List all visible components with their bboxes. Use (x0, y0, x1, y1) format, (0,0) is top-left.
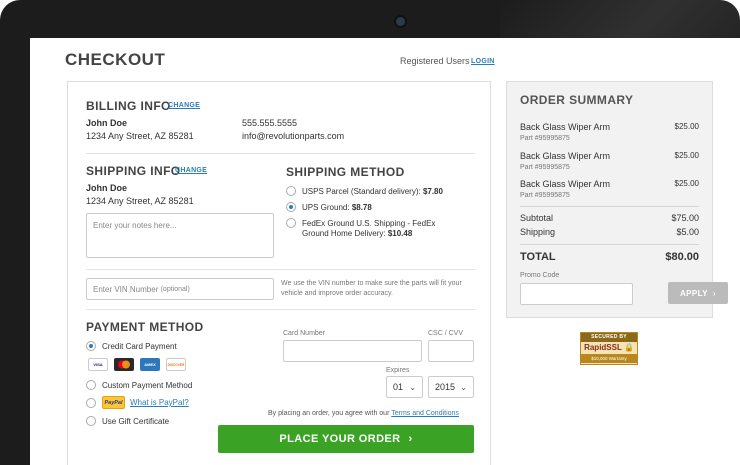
item-price: $25.00 (674, 179, 699, 188)
shipping-address: 1234 Any Street, AZ 85281 (86, 196, 194, 206)
shipping-notes-textarea[interactable]: Enter your notes here... (86, 213, 274, 258)
item-name: Back Glass Wiper Arm (520, 151, 611, 161)
ssl-brand: RapidSSL 🔒 (584, 343, 634, 352)
divider (520, 206, 699, 207)
divider (86, 309, 475, 310)
vin-help-text: We use the VIN number to make sure the p… (281, 280, 462, 297)
shipping-option-usps: USPS Parcel (Standard delivery): $7.80 (302, 187, 443, 196)
terms-text: By placing an order, you agree with our … (268, 410, 459, 417)
subtotal-row: Subtotal $75.00 (520, 213, 699, 223)
promo-code-input[interactable] (520, 283, 633, 305)
visa-icon: VISA (88, 358, 108, 371)
subtotal-label: Subtotal (520, 213, 554, 223)
shipping-row: Shipping $5.00 (520, 227, 699, 237)
amex-icon: AMEX (140, 358, 160, 371)
ssl-secured-by: SECURED BY (581, 333, 637, 342)
shipping-label: Shipping (520, 227, 556, 237)
csc-input[interactable] (428, 340, 474, 362)
summary-item: Back Glass Wiper Arm $25.00 (520, 151, 699, 161)
item-name: Back Glass Wiper Arm (520, 122, 611, 132)
paypal-radio[interactable] (86, 398, 96, 408)
shipping-change-link[interactable]: CHANGE (175, 167, 207, 174)
card-number-input[interactable] (283, 340, 422, 362)
divider (86, 153, 475, 154)
csc-label: CSC / CVV (428, 330, 464, 337)
shipping-method-title: SHIPPING METHOD (286, 165, 405, 179)
item-price: $25.00 (674, 151, 699, 160)
billing-change-link[interactable]: CHANGE (168, 102, 200, 109)
summary-item: Back Glass Wiper Arm $25.00 (520, 179, 699, 189)
divider (520, 244, 699, 245)
bezel-shine (500, 0, 740, 40)
item-part-number: Part #95995875 (520, 164, 570, 171)
shipping-option-fedex-radio[interactable] (286, 218, 296, 228)
registered-users-label: Registered Users (400, 56, 470, 66)
shipping-name: John Doe (86, 183, 128, 193)
discover-icon: DISCOVER (166, 358, 186, 371)
custom-payment-label: Custom Payment Method (102, 381, 193, 390)
billing-address: 1234 Any Street, AZ 85281 (86, 131, 194, 141)
exp-month-value: 01 (393, 382, 404, 392)
login-link[interactable]: LOGIN (471, 58, 495, 65)
exp-month-select[interactable]: 01 ⌄ (386, 376, 423, 398)
chevron-down-icon: ⌄ (409, 382, 416, 392)
expires-label: Expires (386, 367, 410, 374)
shipping-option-fedex: FedEx Ground U.S. Shipping - FedEx Groun… (302, 219, 436, 238)
paypal-icon: PayPal (102, 396, 125, 409)
chevron-down-icon: ⌄ (460, 382, 467, 392)
item-part-number: Part #95995875 (520, 135, 570, 142)
terms-link[interactable]: Terms and Conditions (391, 410, 459, 417)
gift-certificate-label: Use Gift Certificate (102, 417, 170, 426)
promo-code-label: Promo Code (520, 272, 560, 279)
vin-input[interactable]: Enter VIN Number (optional) (86, 278, 274, 300)
chevron-right-icon: › (712, 288, 716, 298)
screen: CHECKOUT Registered Users LOGIN BILLING … (30, 38, 740, 465)
billing-email: info@revolutionparts.com (242, 131, 345, 141)
place-order-label: PLACE YOUR ORDER (279, 433, 401, 445)
item-name: Back Glass Wiper Arm (520, 179, 611, 189)
checkout-form: BILLING INFO CHANGE John Doe 1234 Any St… (67, 81, 491, 465)
payment-title: PAYMENT METHOD (86, 320, 204, 334)
vin-placeholder: Enter VIN Number (93, 284, 159, 294)
credit-card-label: Credit Card Payment (102, 342, 177, 351)
camera-icon (396, 17, 405, 26)
shipping-option-usps-radio[interactable] (286, 186, 296, 196)
ssl-warranty: $10,000 Warranty (581, 354, 637, 363)
gift-certificate-radio[interactable] (86, 416, 96, 426)
shipping-option-ups: UPS Ground: $8.78 (302, 203, 372, 212)
chevron-right-icon: › (408, 433, 413, 445)
exp-year-value: 2015 (435, 382, 456, 392)
summary-item: Back Glass Wiper Arm $25.00 (520, 122, 699, 132)
lock-icon: 🔒 (623, 343, 634, 352)
rapidssl-badge: SECURED BY RapidSSL 🔒 $10,000 Warranty (580, 332, 638, 365)
order-summary-title: ORDER SUMMARY (520, 93, 634, 107)
credit-card-radio[interactable] (86, 341, 96, 351)
billing-name: John Doe (86, 118, 128, 128)
total-value: $80.00 (665, 251, 699, 263)
item-price: $25.00 (674, 122, 699, 131)
total-label: TOTAL (520, 251, 556, 263)
card-number-label: Card Number (283, 330, 326, 337)
billing-title: BILLING INFO (86, 99, 171, 113)
exp-year-select[interactable]: 2015 ⌄ (428, 376, 474, 398)
what-is-paypal-link[interactable]: What is PayPal? (130, 398, 189, 407)
vin-optional: (optional) (160, 285, 190, 293)
custom-payment-radio[interactable] (86, 380, 96, 390)
item-part-number: Part #95995875 (520, 192, 570, 199)
shipping-option-ups-radio[interactable] (286, 202, 296, 212)
page-title: CHECKOUT (65, 50, 166, 69)
divider (86, 269, 475, 270)
apply-promo-button[interactable]: APPLY › (668, 282, 728, 304)
billing-phone: 555.555.5555 (242, 118, 298, 128)
shipping-value: $5.00 (676, 227, 699, 237)
laptop-bezel: CHECKOUT Registered Users LOGIN BILLING … (0, 0, 740, 465)
apply-label: APPLY (679, 288, 708, 298)
mastercard-icon (114, 358, 134, 371)
total-row: TOTAL $80.00 (520, 251, 699, 263)
place-order-button[interactable]: PLACE YOUR ORDER › (218, 425, 474, 453)
shipping-title: SHIPPING INFO (86, 164, 181, 178)
subtotal-value: $75.00 (671, 213, 699, 223)
